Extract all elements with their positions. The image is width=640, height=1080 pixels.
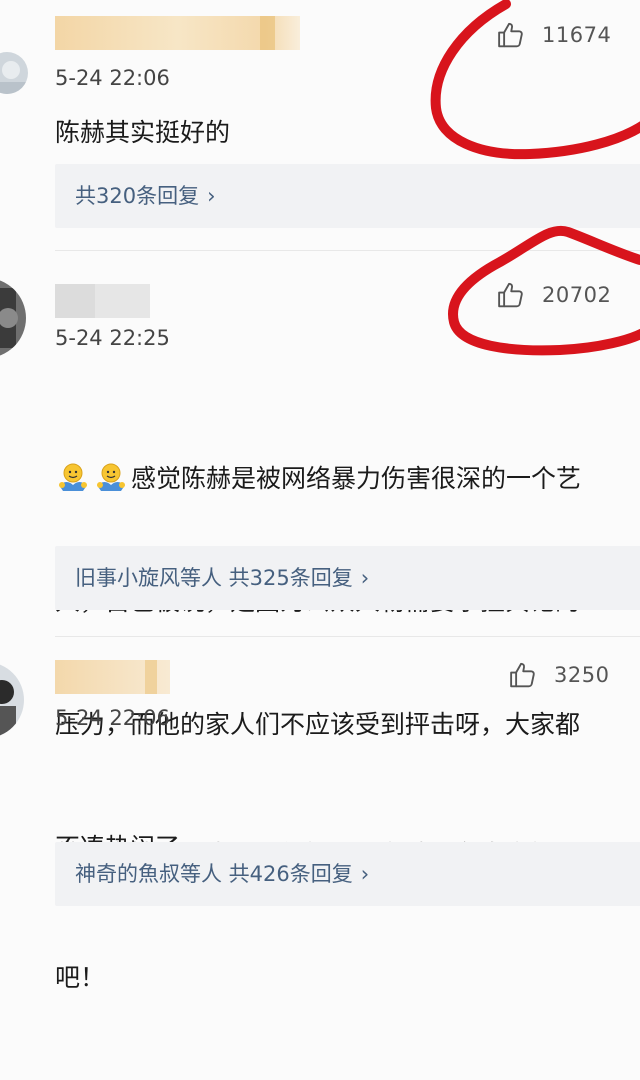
comment-text: 其实许婧人品也不是很好，现在散了各自安好 吧！ (55, 752, 555, 1080)
comment-text-line: 吧！ (55, 963, 106, 992)
chevron-right-icon: › (360, 862, 370, 886)
like-button[interactable]: 3250 (508, 660, 609, 690)
avatar[interactable] (0, 662, 24, 738)
like-count: 3250 (554, 663, 610, 687)
username-redacted (55, 660, 170, 694)
reply-summary-box[interactable]: 神奇的魚叔等人 共426条回复 › (55, 842, 640, 906)
thumbs-up-icon (510, 662, 535, 688)
comment-3: 5-24 22:06 3250 其实许婧人品也不是很好，现在散了各自安好 吧！ … (0, 0, 640, 992)
comment-timestamp: 5-24 22:06 (55, 706, 170, 730)
reply-summary: 神奇的魚叔等人 共426条回复 (75, 862, 353, 886)
